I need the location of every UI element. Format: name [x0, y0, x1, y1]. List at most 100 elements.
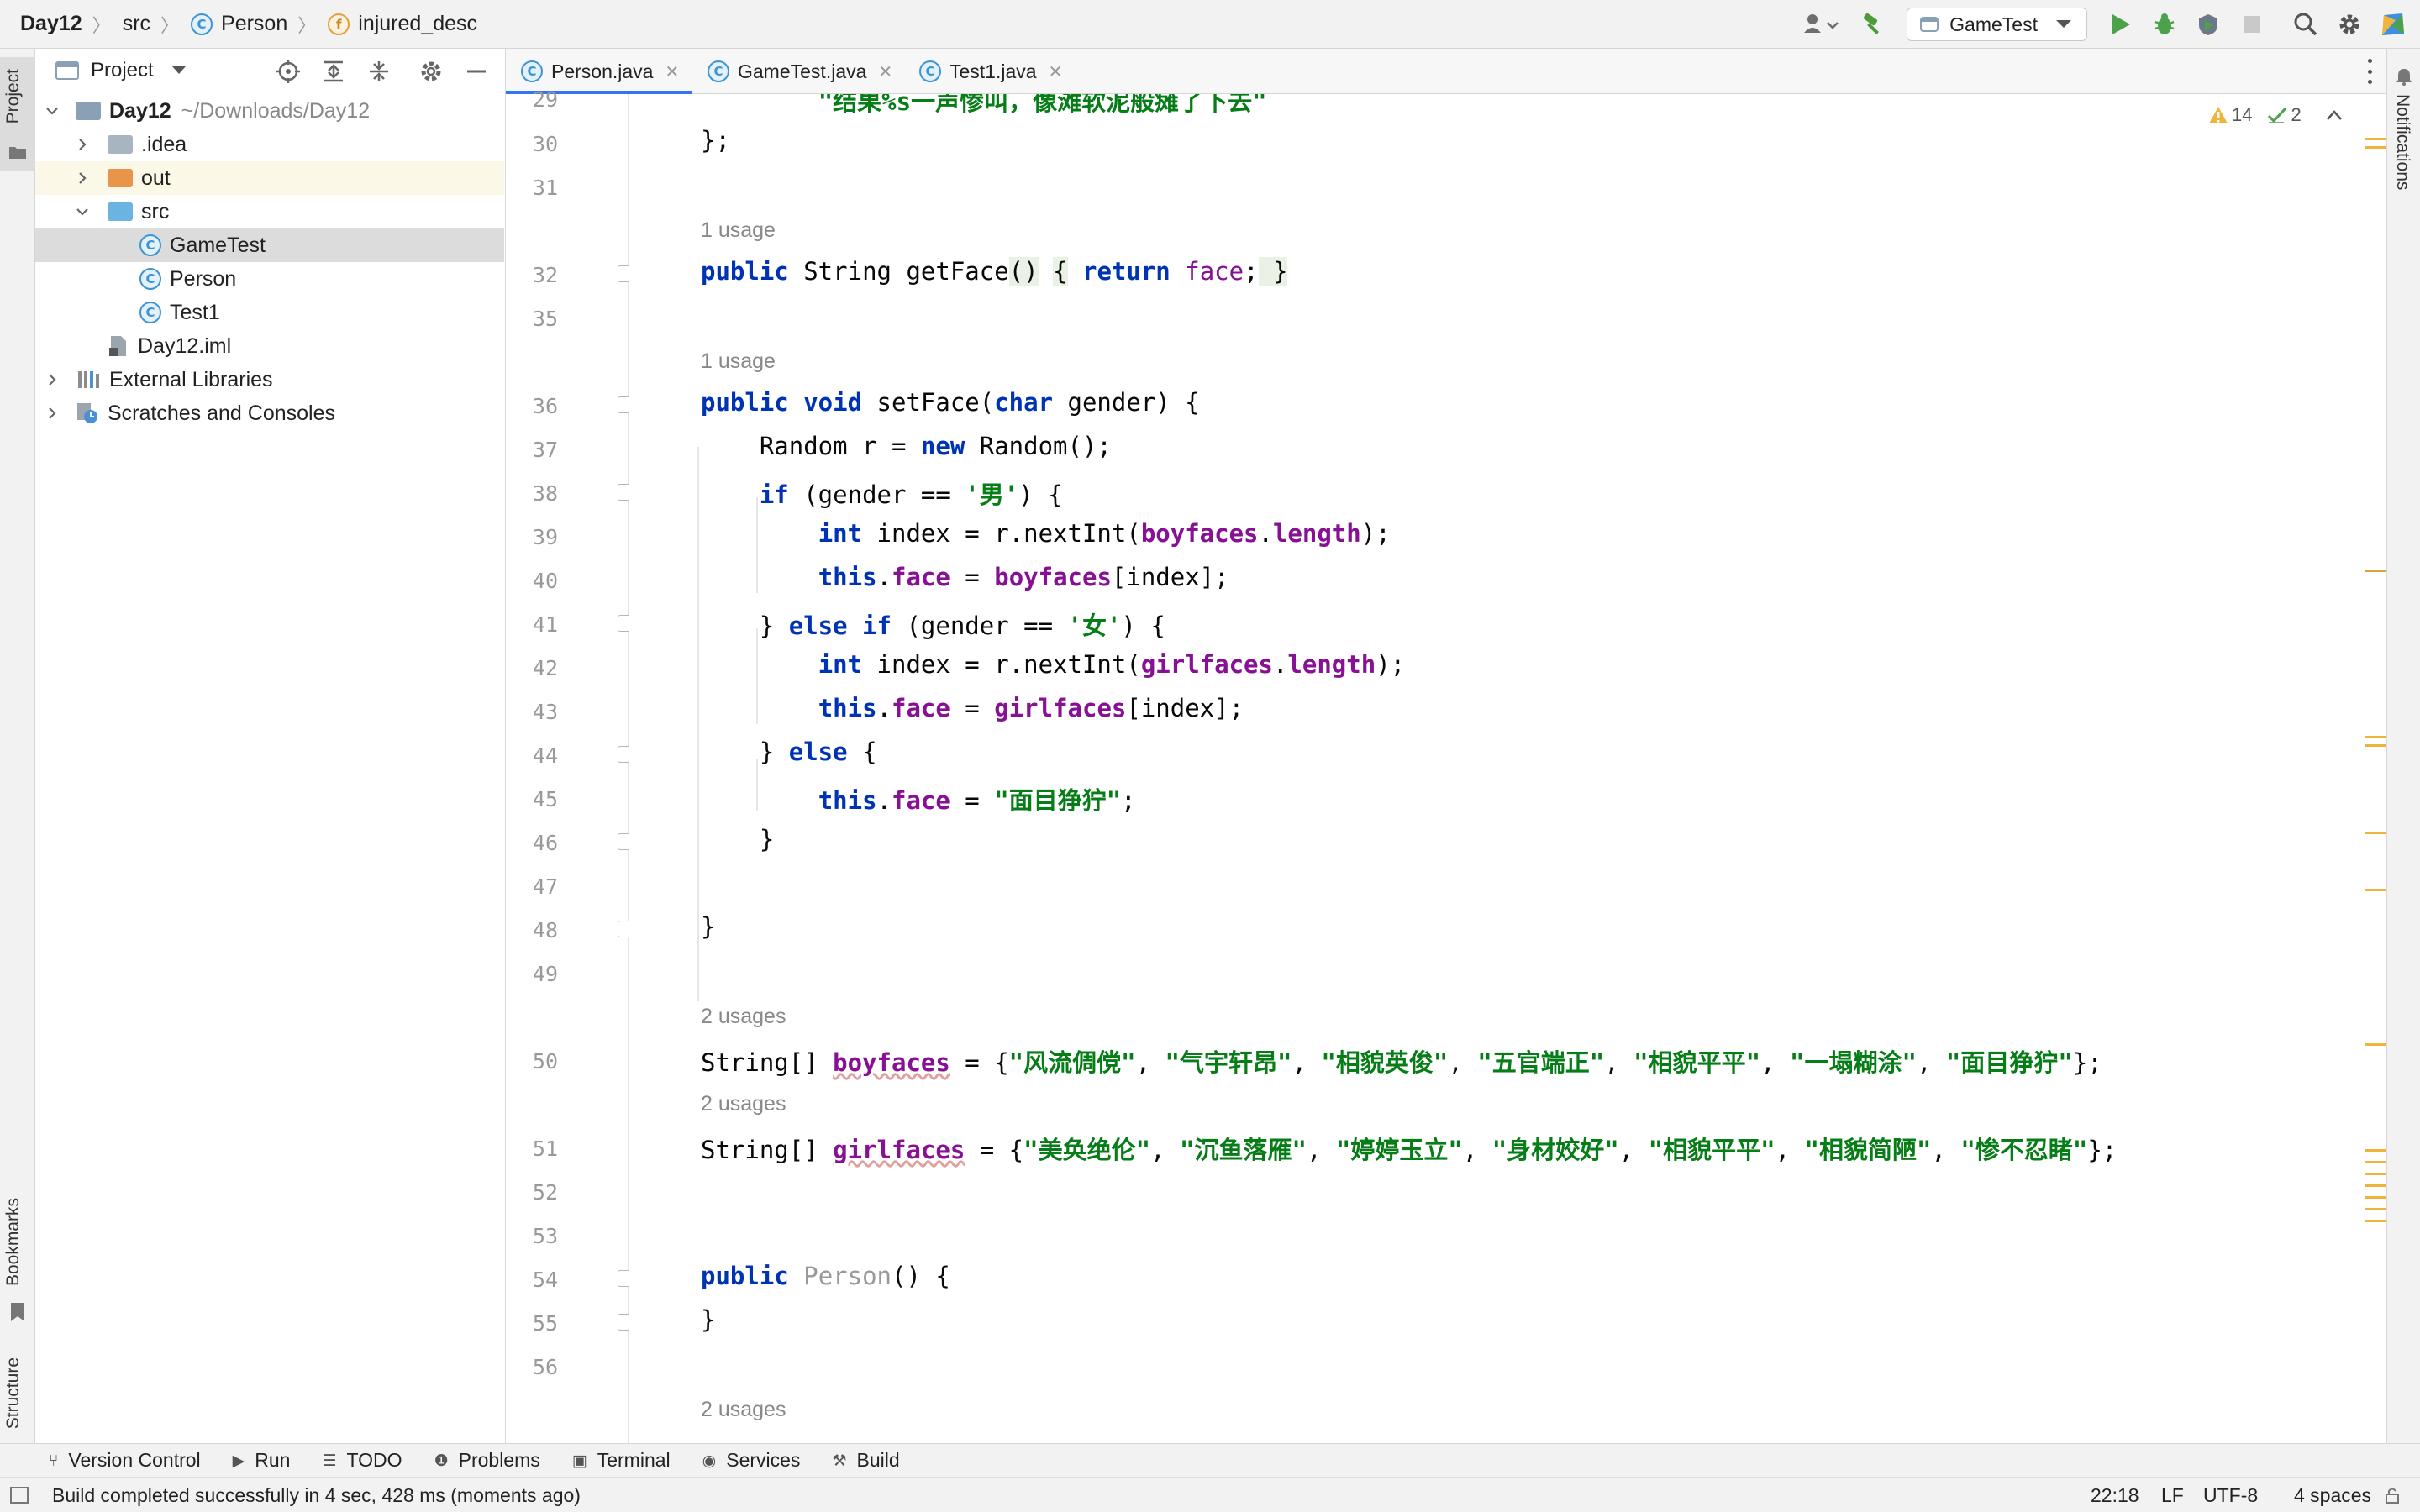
library-icon: [78, 371, 99, 388]
tree-label-root: Day12: [109, 98, 171, 123]
code-line: }: [701, 825, 775, 853]
warning-stripe-marker[interactable]: [2365, 744, 2388, 747]
tree-item-test1[interactable]: C Test1: [35, 296, 504, 329]
warning-stripe-marker[interactable]: [2365, 1161, 2388, 1163]
collapse-all-icon[interactable]: [366, 59, 392, 84]
tree-label: Scratches and Consoles: [108, 401, 335, 425]
chevron-down-icon[interactable]: [2362, 109, 2364, 121]
bookmarks-tool-button[interactable]: Bookmarks: [0, 1141, 35, 1326]
config-icon: [1920, 17, 1939, 32]
warning-stripe-marker[interactable]: [2365, 570, 2388, 572]
problems-icon: ❶: [434, 1451, 449, 1470]
structure-tool-button[interactable]: Structure: [0, 1342, 35, 1469]
hide-panel-icon[interactable]: [464, 59, 489, 84]
line-number: 42: [532, 656, 558, 680]
gear-icon[interactable]: [418, 59, 444, 84]
warning-stripe-marker[interactable]: [2365, 146, 2388, 149]
breadcrumb-field[interactable]: injured_desc: [358, 12, 477, 36]
build-hammer-icon[interactable]: [1856, 8, 1890, 41]
project-tool-button[interactable]: Project: [0, 57, 35, 171]
warning-stripe-marker[interactable]: [2365, 832, 2388, 834]
code-editor[interactable]: "结果%s一声惨叫，像滩软泥般瘫了下去" }; 1 usage public S…: [629, 94, 2364, 1443]
chevron-up-icon[interactable]: [2325, 109, 2344, 121]
usage-hint[interactable]: 2 usages: [701, 1092, 786, 1116]
tab-gametest-java[interactable]: C GameTest.java ✕: [708, 49, 892, 94]
tree-item-day12[interactable]: Day12 ~/Downloads/Day12: [35, 94, 504, 128]
tool-todo[interactable]: ☰ TODO: [322, 1449, 402, 1472]
warning-stripe-marker[interactable]: [2365, 1184, 2388, 1187]
usage-hint[interactable]: 1 usage: [701, 349, 776, 374]
expand-all-icon[interactable]: [321, 59, 346, 84]
usage-hint[interactable]: 2 usages: [701, 1398, 786, 1422]
breadcrumb-project[interactable]: Day12: [20, 12, 82, 36]
search-icon[interactable]: [2289, 8, 2323, 41]
tab-test1-java[interactable]: C Test1.java ✕: [919, 49, 1062, 94]
tab-label: Person.java: [551, 60, 654, 82]
tool-run[interactable]: ▶ Run: [233, 1449, 291, 1472]
tree-label: Person: [170, 266, 237, 291]
file-encoding[interactable]: UTF-8: [2203, 1484, 2258, 1507]
tool-services[interactable]: ◉ Services: [702, 1449, 801, 1472]
warning-stripe-marker[interactable]: [2365, 1220, 2388, 1222]
tree-item-person[interactable]: C Person: [35, 262, 504, 296]
tool-label: Services: [726, 1449, 801, 1471]
warning-stripe-marker[interactable]: [2365, 1149, 2388, 1152]
code-line-girlfaces: String[] girlfaces = {"美奂绝伦", "沉鱼落雁", "婷…: [701, 1136, 2118, 1164]
breadcrumb-class[interactable]: Person: [221, 12, 287, 36]
tree-label: .idea: [141, 132, 187, 156]
warning-stripe-marker[interactable]: [2365, 736, 2388, 738]
locate-icon[interactable]: [276, 59, 301, 84]
project-panel-header: Project: [35, 49, 505, 92]
notifications-tool-button[interactable]: Notifications: [2387, 60, 2420, 262]
chevron-down-icon[interactable]: [171, 65, 187, 76]
tree-label: out: [141, 165, 171, 190]
usage-hint[interactable]: 1 usage: [701, 218, 776, 243]
toggle-tool-windows-icon[interactable]: [10, 1487, 29, 1504]
breadcrumb-folder[interactable]: src: [123, 12, 150, 36]
tree-item-day12-iml[interactable]: Day12.iml: [35, 329, 504, 363]
tree-item-out[interactable]: out: [35, 161, 504, 195]
gear-icon[interactable]: [2333, 8, 2366, 41]
warning-stripe-marker[interactable]: [2365, 138, 2388, 140]
usage-hint[interactable]: 2 usages: [701, 1005, 786, 1029]
chevron-right-icon: [49, 374, 56, 386]
warning-stripe-marker[interactable]: [2365, 1173, 2388, 1175]
tool-problems[interactable]: ❶ Problems: [434, 1449, 540, 1472]
tool-terminal[interactable]: ▣ Terminal: [572, 1449, 671, 1472]
folder-icon: [108, 135, 133, 154]
warning-stripe-marker[interactable]: [2365, 1043, 2388, 1046]
notifications-tool-label: Notifications: [2393, 94, 2412, 191]
tree-item-external-libraries[interactable]: External Libraries: [35, 363, 504, 396]
project-panel-title[interactable]: Project: [91, 59, 154, 82]
tree-item-scratches[interactable]: Scratches and Consoles: [35, 396, 504, 430]
lock-icon[interactable]: [2383, 1486, 2402, 1504]
tree-item-gametest[interactable]: C GameTest: [35, 228, 504, 262]
close-icon[interactable]: ✕: [878, 61, 892, 82]
warning-stripe-marker[interactable]: [2365, 1196, 2388, 1199]
warning-stripe-marker[interactable]: [2365, 889, 2388, 891]
close-icon[interactable]: ✕: [665, 61, 679, 82]
more-tabs-icon[interactable]: [2365, 59, 2375, 84]
tree-item-src[interactable]: src: [35, 195, 504, 228]
coverage-icon[interactable]: [2191, 8, 2225, 41]
debug-icon[interactable]: [2148, 8, 2181, 41]
code-line: } else {: [701, 738, 877, 766]
tool-label: Terminal: [597, 1449, 671, 1471]
tool-version-control[interactable]: ⑂ Version Control: [49, 1449, 201, 1472]
user-icon[interactable]: [1796, 8, 1846, 41]
run-configuration-select[interactable]: GameTest: [1907, 8, 2087, 41]
inspections-widget[interactable]: 14 2: [2208, 104, 2364, 126]
code-line: this.face = "面目狰狞";: [818, 786, 1136, 815]
indent-setting[interactable]: 4 spaces: [2294, 1484, 2371, 1507]
line-ending[interactable]: LF: [2161, 1484, 2184, 1507]
tree-item-idea[interactable]: .idea: [35, 128, 504, 161]
caret-position[interactable]: 22:18: [2091, 1484, 2139, 1507]
status-message[interactable]: Build completed successfully in 4 sec, 4…: [52, 1484, 581, 1507]
run-icon[interactable]: [2104, 8, 2138, 41]
tool-build[interactable]: ⚒ Build: [832, 1449, 899, 1472]
jetbrains-logo-icon[interactable]: [2376, 8, 2410, 41]
close-icon[interactable]: ✕: [1049, 61, 1063, 82]
warning-stripe-marker[interactable]: [2365, 1208, 2388, 1210]
stop-icon[interactable]: [2235, 8, 2269, 41]
folder-icon: [9, 147, 26, 159]
